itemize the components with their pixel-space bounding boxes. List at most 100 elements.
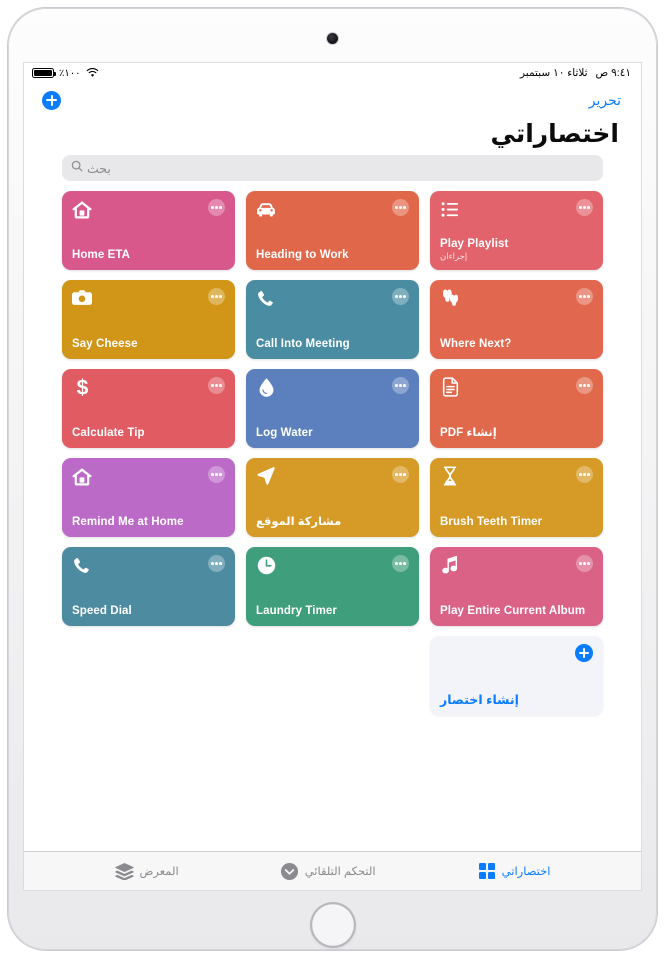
shortcut-title: Play Playlist	[440, 238, 509, 250]
shortcut-more-options-icon[interactable]	[208, 555, 225, 572]
battery-percent: ٪١٠٠	[59, 67, 81, 79]
house-icon	[72, 199, 92, 219]
shortcut-more-options-icon[interactable]	[392, 288, 409, 305]
shortcut-card-header: $	[72, 377, 225, 399]
location-arrow-icon	[256, 466, 276, 486]
shortcut-more-options-icon[interactable]	[576, 288, 593, 305]
ipad-device: ٪١٠٠ ٩:٤١ ص ثلاثاء ١٠ سبتمبر تحرير اختصا	[0, 0, 665, 958]
shortcut-card-header	[72, 466, 225, 486]
front-camera	[327, 33, 338, 44]
home-button[interactable]	[310, 902, 356, 948]
shortcut-card-labels: Brush Teeth Timer	[440, 516, 593, 529]
shortcut-card-labels: Play Playlist إجراءان	[440, 238, 593, 262]
tab-automation[interactable]: التحكم التلقائي	[280, 861, 376, 881]
shortcut-more-options-icon[interactable]	[208, 288, 225, 305]
status-bar-right: ٩:٤١ ص ثلاثاء ١٠ سبتمبر	[520, 67, 631, 79]
shortcut-more-options-icon[interactable]	[392, 466, 409, 483]
shortcut-card-header	[256, 377, 409, 397]
shortcuts-grid-container: Play Playlist إجراءان Heading to Work Home …	[24, 191, 641, 851]
shortcut-more-options-icon[interactable]	[208, 377, 225, 394]
shortcut-title: Remind Me at Home	[72, 516, 184, 528]
shortcut-card-header	[440, 288, 593, 308]
shortcut-more-options-icon[interactable]	[576, 377, 593, 394]
shortcut-card-labels: Call Into Meeting	[256, 338, 409, 351]
shortcut-card[interactable]: إنشاء PDF	[430, 369, 603, 448]
shortcut-title: Say Cheese	[72, 338, 138, 350]
tab-shortcuts[interactable]: اختصاراتي	[477, 861, 550, 881]
status-date: ثلاثاء ١٠ سبتمبر	[519, 67, 588, 79]
shortcut-card[interactable]: $ Calculate Tip	[62, 369, 235, 448]
shortcut-card[interactable]: Log Water	[246, 369, 419, 448]
shortcut-card-header	[440, 466, 593, 486]
screen: ٪١٠٠ ٩:٤١ ص ثلاثاء ١٠ سبتمبر تحرير اختصا	[24, 63, 641, 890]
shortcut-title: Brush Teeth Timer	[440, 516, 543, 528]
shortcut-title: Play Entire Current Album	[440, 605, 586, 617]
shortcut-title: Laundry Timer	[256, 605, 337, 617]
search-input[interactable]: بحث	[62, 155, 603, 181]
shortcut-card[interactable]: Heading to Work	[246, 191, 419, 270]
phone-icon	[72, 555, 92, 575]
shortcut-card-header	[72, 555, 225, 575]
shortcut-more-options-icon[interactable]	[576, 466, 593, 483]
shortcut-title: Call Into Meeting	[256, 338, 350, 350]
shortcut-card[interactable]: مشاركة الموقع	[246, 458, 419, 537]
shortcut-card[interactable]: Home ETA	[62, 191, 235, 270]
shortcut-more-options-icon[interactable]	[392, 199, 409, 216]
shortcut-card-header	[440, 555, 593, 575]
plus-icon[interactable]	[575, 644, 593, 662]
shortcuts-grid: Play Playlist إجراءان Heading to Work Home …	[62, 191, 603, 715]
tab-label: المعرض	[139, 866, 179, 878]
hourglass-icon	[440, 466, 460, 486]
shortcut-card-labels: Play Entire Current Album	[440, 605, 593, 618]
shortcut-card-header	[72, 199, 225, 219]
edit-button[interactable]: تحرير	[589, 92, 621, 109]
shortcut-title: Speed Dial	[72, 605, 132, 617]
nav-bar: تحرير	[24, 83, 641, 117]
shortcut-title: Log Water	[256, 427, 313, 439]
shortcut-title: مشاركة الموقع	[256, 516, 342, 528]
shortcut-card-header	[256, 466, 409, 486]
shortcut-card[interactable]: Where Next?	[430, 280, 603, 359]
create-shortcut-card[interactable]: إنشاء اختصار	[430, 636, 603, 715]
shortcut-card[interactable]: Laundry Timer	[246, 547, 419, 626]
svg-text:$: $	[76, 377, 88, 399]
shortcut-more-options-icon[interactable]	[576, 555, 593, 572]
shortcut-card[interactable]: Remind Me at Home	[62, 458, 235, 537]
shortcut-more-options-icon[interactable]	[576, 199, 593, 216]
shortcut-card-labels: مشاركة الموقع	[256, 516, 409, 529]
shortcut-more-options-icon[interactable]	[208, 199, 225, 216]
tab-label: التحكم التلقائي	[304, 866, 376, 878]
shortcut-card-header	[256, 555, 409, 575]
shortcut-card-labels: Remind Me at Home	[72, 516, 225, 529]
shortcut-more-options-icon[interactable]	[208, 466, 225, 483]
add-shortcut-button[interactable]	[42, 90, 61, 110]
shortcut-card[interactable]: Say Cheese	[62, 280, 235, 359]
shortcut-card[interactable]: Play Entire Current Album	[430, 547, 603, 626]
shortcut-title: Home ETA	[72, 249, 131, 261]
document-icon	[440, 377, 460, 397]
shortcut-card-header	[256, 199, 409, 219]
phone-icon	[256, 288, 276, 308]
list-icon	[440, 199, 460, 219]
shortcut-card-header	[440, 199, 593, 219]
car-icon	[256, 199, 276, 219]
shortcut-card[interactable]: Brush Teeth Timer	[430, 458, 603, 537]
shortcut-subtitle: إجراءان	[440, 251, 468, 261]
tab-bar: اختصاراتي التحكم التلقائي المعرض	[24, 851, 641, 890]
shortcut-more-options-icon[interactable]	[392, 377, 409, 394]
shortcut-card-labels: Say Cheese	[72, 338, 225, 351]
shortcut-more-options-icon[interactable]	[392, 555, 409, 572]
status-bar-left: ٪١٠٠	[32, 68, 99, 79]
grid-icon	[477, 861, 497, 881]
shortcut-card-labels: Calculate Tip	[72, 427, 225, 440]
shortcut-card[interactable]: Call Into Meeting	[246, 280, 419, 359]
droplet-icon	[256, 377, 276, 397]
shortcut-card[interactable]: Play Playlist إجراءان	[430, 191, 603, 270]
tab-gallery[interactable]: المعرض	[115, 861, 179, 881]
shortcut-card[interactable]: Speed Dial	[62, 547, 235, 626]
search-placeholder: بحث	[87, 161, 111, 176]
shortcut-title: Heading to Work	[256, 249, 349, 261]
shortcut-card-labels: Laundry Timer	[256, 605, 409, 618]
shortcut-card-header	[440, 377, 593, 397]
shortcut-card-header	[72, 288, 225, 308]
